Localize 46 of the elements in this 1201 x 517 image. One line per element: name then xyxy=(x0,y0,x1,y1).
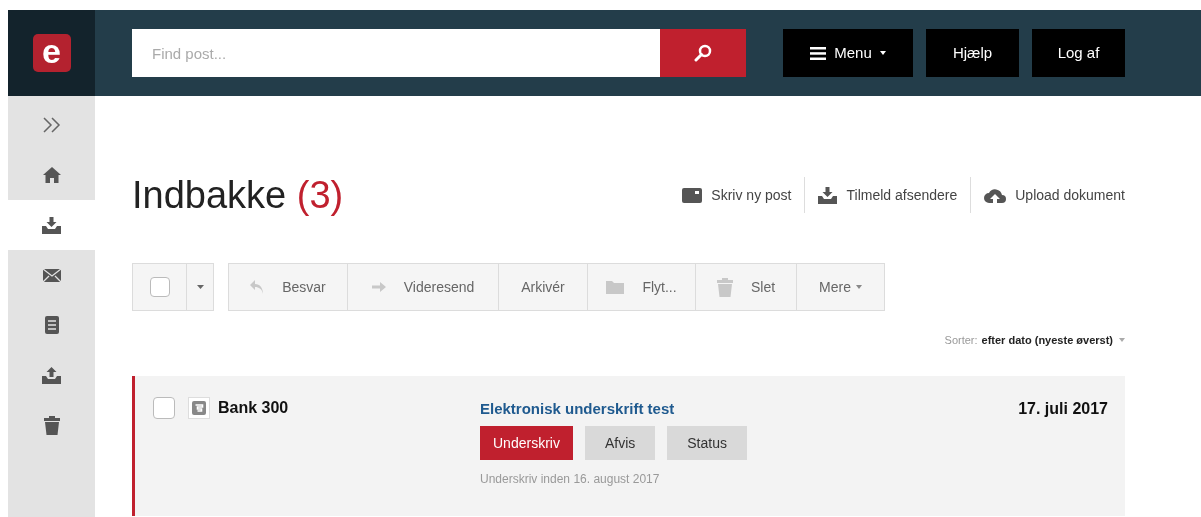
message-action-button[interactable]: Underskriv xyxy=(480,426,573,460)
tray-upload-icon xyxy=(42,366,61,384)
cloud-upload-icon xyxy=(984,187,1007,203)
toolbar-button[interactable]: Mere xyxy=(796,264,884,310)
sender-name: Bank 300 xyxy=(218,398,289,418)
caret-icon xyxy=(855,285,862,289)
reply-arrow-icon xyxy=(250,280,265,294)
envelope-icon xyxy=(42,268,61,282)
message-subject[interactable]: Elektronisk underskrift test xyxy=(480,396,675,422)
page-title: Indbakke (3) xyxy=(132,176,344,214)
action-link[interactable]: Skriv ny post xyxy=(669,177,806,213)
double-chevron-icon xyxy=(41,117,62,133)
header-button[interactable]: Hjælp xyxy=(926,29,1019,77)
trash-icon xyxy=(43,415,60,435)
search-field[interactable]: Find post... xyxy=(132,29,660,77)
toolbar-button[interactable]: Slet xyxy=(695,264,796,310)
right-arrow-icon xyxy=(371,282,386,292)
search-icon xyxy=(694,44,712,62)
message-checkbox[interactable] xyxy=(153,397,175,419)
message-action-button[interactable]: Afvis xyxy=(584,426,656,460)
message-date: 17. juli 2017 xyxy=(1018,399,1108,419)
action-link[interactable]: Upload dokument xyxy=(971,177,1125,213)
sort-dropdown[interactable]: efter dato (nyeste øverst) xyxy=(981,331,1125,349)
logo[interactable]: e xyxy=(32,34,71,72)
document-icon xyxy=(44,316,59,334)
header-button[interactable]: Log af xyxy=(1032,29,1125,77)
action-link[interactable]: Tilmeld afsendere xyxy=(805,177,972,213)
toolbar-button[interactable]: Videresend xyxy=(347,264,498,310)
sort-label: Sorter: xyxy=(944,332,978,348)
toolbar-button[interactable]: Besvar xyxy=(229,264,347,310)
tray-download-icon xyxy=(42,216,61,234)
menu-button[interactable]: Menu xyxy=(783,29,913,77)
message-card[interactable]: Bank 300 Elektronisk underskrift test Underskriv Afvis Status Underskriv inden 16. august 2017 17. juli 2017 xyxy=(132,376,1125,516)
message-action-button[interactable]: Status xyxy=(667,426,747,460)
tray-download-icon xyxy=(818,186,838,204)
trash-icon xyxy=(716,277,733,297)
deadline-text: Underskriv inden 16. august 2017 xyxy=(480,471,661,488)
toolbar-button[interactable]: Arkivér xyxy=(498,264,587,310)
toolbar-button[interactable]: Flyt... xyxy=(587,264,695,310)
menu-icon xyxy=(810,46,827,60)
home-icon xyxy=(42,167,61,183)
caret-icon xyxy=(879,51,886,55)
folder-icon xyxy=(606,280,625,294)
search-button[interactable] xyxy=(660,29,746,77)
caret-icon xyxy=(1119,338,1125,342)
card-icon xyxy=(682,187,703,203)
